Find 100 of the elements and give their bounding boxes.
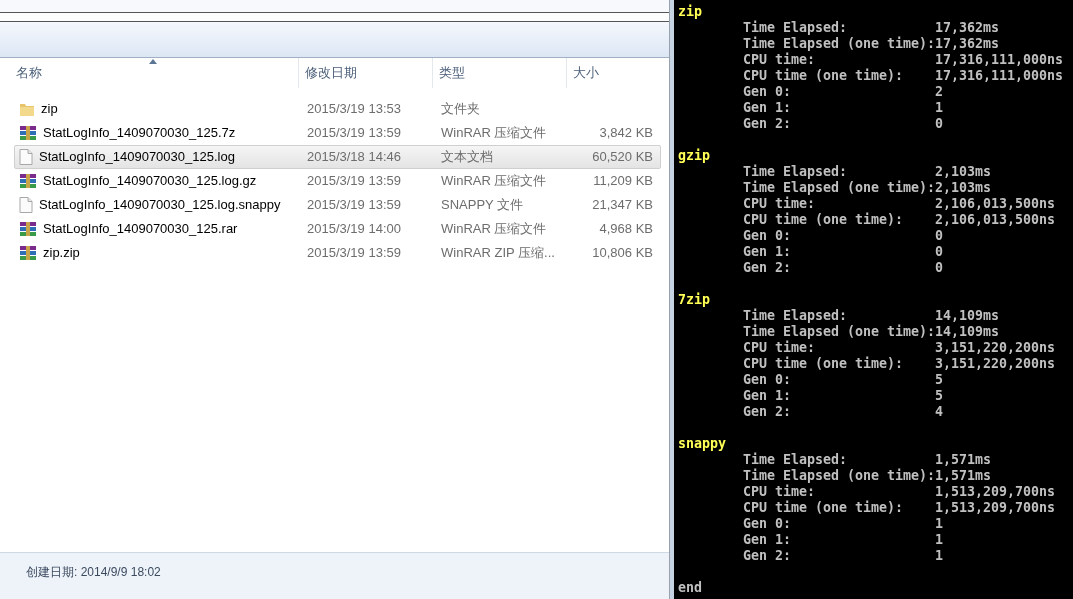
stat-label: Gen 2: [743,548,793,564]
file-row[interactable]: zip.zip 2015/3/19 13:59 WinRAR ZIP 压缩... 10,806 KB [14,241,661,265]
folder-icon [19,101,35,117]
file-row[interactable]: StatLogInfo_1409070030_125.log.snappy 2015/3/19 13:59 SNAPPY 文件 21,347 KB [14,193,661,217]
stat-label: CPU time (one time): [743,68,905,84]
stat-value: 2 [935,84,943,100]
file-type: WinRAR 压缩文件 [441,173,547,189]
document-icon [19,149,33,165]
stat-value: 2,103ms [935,164,992,180]
file-name: StatLogInfo_1409070030_125.log.gz [43,172,257,191]
stat-value: 0 [935,244,943,260]
column-header[interactable]: 名称 [0,58,298,88]
stat-value: 4 [935,404,943,420]
file-name: StatLogInfo_1409070030_125.log [39,148,235,167]
stat-value: 1 [935,100,943,116]
file-date: 2015/3/19 13:59 [307,245,401,261]
stat-label: Time Elapsed: [743,452,849,468]
stat-label: Gen 0: [743,84,793,100]
stat-label: CPU time: [743,52,817,68]
stat-value: 17,316,111,000ns [935,68,1064,84]
stat-value: 1,513,209,700ns [935,500,1056,516]
stat-value: 0 [935,228,943,244]
file-row[interactable]: StatLogInfo_1409070030_125.log.gz 2015/3/19 13:59 WinRAR 压缩文件 11,209 KB [14,169,661,193]
file-type: WinRAR ZIP 压缩... [441,245,555,261]
stat-label: Time Elapsed (one time): [743,36,935,52]
file-date: 2015/3/19 13:53 [307,101,401,117]
sort-arrow-icon [149,59,157,64]
file-row[interactable]: zip 2015/3/19 13:53 文件夹 [14,97,661,121]
stat-value: 14,109ms [935,308,1000,324]
stat-value: 0 [935,260,943,276]
stat-label: Time Elapsed: [743,308,849,324]
stat-label: CPU time (one time): [743,356,905,372]
file-size: 3,842 KB [599,125,653,141]
stat-label: Gen 2: [743,404,793,420]
file-type: WinRAR 压缩文件 [441,221,547,237]
file-date: 2015/3/19 13:59 [307,197,401,213]
books-stack-icon [19,125,37,141]
stat-value: 17,362ms [935,36,1000,52]
stat-label: Gen 0: [743,372,793,388]
stat-value: 1 [935,516,943,532]
stat-value: 1 [935,548,943,564]
file-type: 文本文档 [441,149,493,165]
stat-value: 5 [935,388,943,404]
stat-value: 1,571ms [935,468,992,484]
stat-label: Time Elapsed (one time): [743,324,935,340]
stat-label: Time Elapsed: [743,164,849,180]
file-date: 2015/3/18 14:46 [307,149,401,165]
file-type: 文件夹 [441,101,480,117]
stat-label: CPU time: [743,484,817,500]
column-header[interactable]: 修改日期 [298,58,432,88]
file-name: zip [41,100,58,119]
status-text: 创建日期: 2014/9/9 18:02 [26,564,161,581]
stat-value: 5 [935,372,943,388]
stat-value: 17,316,111,000ns [935,52,1064,68]
address-bar[interactable] [0,12,669,22]
stat-value: 1,513,209,700ns [935,484,1056,500]
section-title: zip [678,4,703,20]
stat-label: Gen 0: [743,516,793,532]
stat-value: 2,103ms [935,180,992,196]
section-title: gzip [678,148,711,164]
file-size: 4,968 KB [599,221,653,237]
file-type: SNAPPY 文件 [441,197,524,213]
stat-label: CPU time (one time): [743,500,905,516]
stat-label: CPU time (one time): [743,212,905,228]
console-text: end [678,580,703,596]
stat-label: Gen 1: [743,100,793,116]
stat-value: 0 [935,116,943,132]
books-stack-icon [19,221,37,237]
stat-value: 3,151,220,200ns [935,340,1056,356]
stat-label: Gen 1: [743,532,793,548]
stat-value: 2,106,013,500ns [935,196,1056,212]
stat-label: CPU time: [743,340,817,356]
file-name: StatLogInfo_1409070030_125.log.snappy [39,196,281,215]
stat-label: Time Elapsed: [743,20,849,36]
stat-value: 14,109ms [935,324,1000,340]
stat-label: Gen 2: [743,116,793,132]
stat-value: 17,362ms [935,20,1000,36]
file-size: 60,520 KB [592,149,653,165]
stat-label: CPU time: [743,196,817,212]
stat-label: Time Elapsed (one time): [743,180,935,196]
column-header[interactable]: 类型 [432,58,566,88]
file-row[interactable]: StatLogInfo_1409070030_125.rar 2015/3/19 14:00 WinRAR 压缩文件 4,968 KB [14,217,661,241]
file-name: zip.zip [43,244,80,263]
books-stack-icon [19,245,37,261]
stat-value: 1 [935,532,943,548]
file-type: WinRAR 压缩文件 [441,125,547,141]
file-size: 21,347 KB [592,197,653,213]
stat-value: 1,571ms [935,452,992,468]
file-date: 2015/3/19 13:59 [307,125,401,141]
stat-label: Gen 0: [743,228,793,244]
stat-label: Gen 1: [743,388,793,404]
books-stack-icon [19,173,37,189]
document-icon [19,197,33,213]
stat-label: Gen 2: [743,260,793,276]
file-date: 2015/3/19 14:00 [307,221,401,237]
file-name: StatLogInfo_1409070030_125.rar [43,220,238,239]
section-title: snappy [678,436,727,452]
column-header[interactable]: 大小 [566,58,646,88]
file-row[interactable]: StatLogInfo_1409070030_125.7z 2015/3/19 13:59 WinRAR 压缩文件 3,842 KB [14,121,661,145]
file-row[interactable]: StatLogInfo_1409070030_125.log 2015/3/18 14:46 文本文档 60,520 KB [14,145,661,169]
